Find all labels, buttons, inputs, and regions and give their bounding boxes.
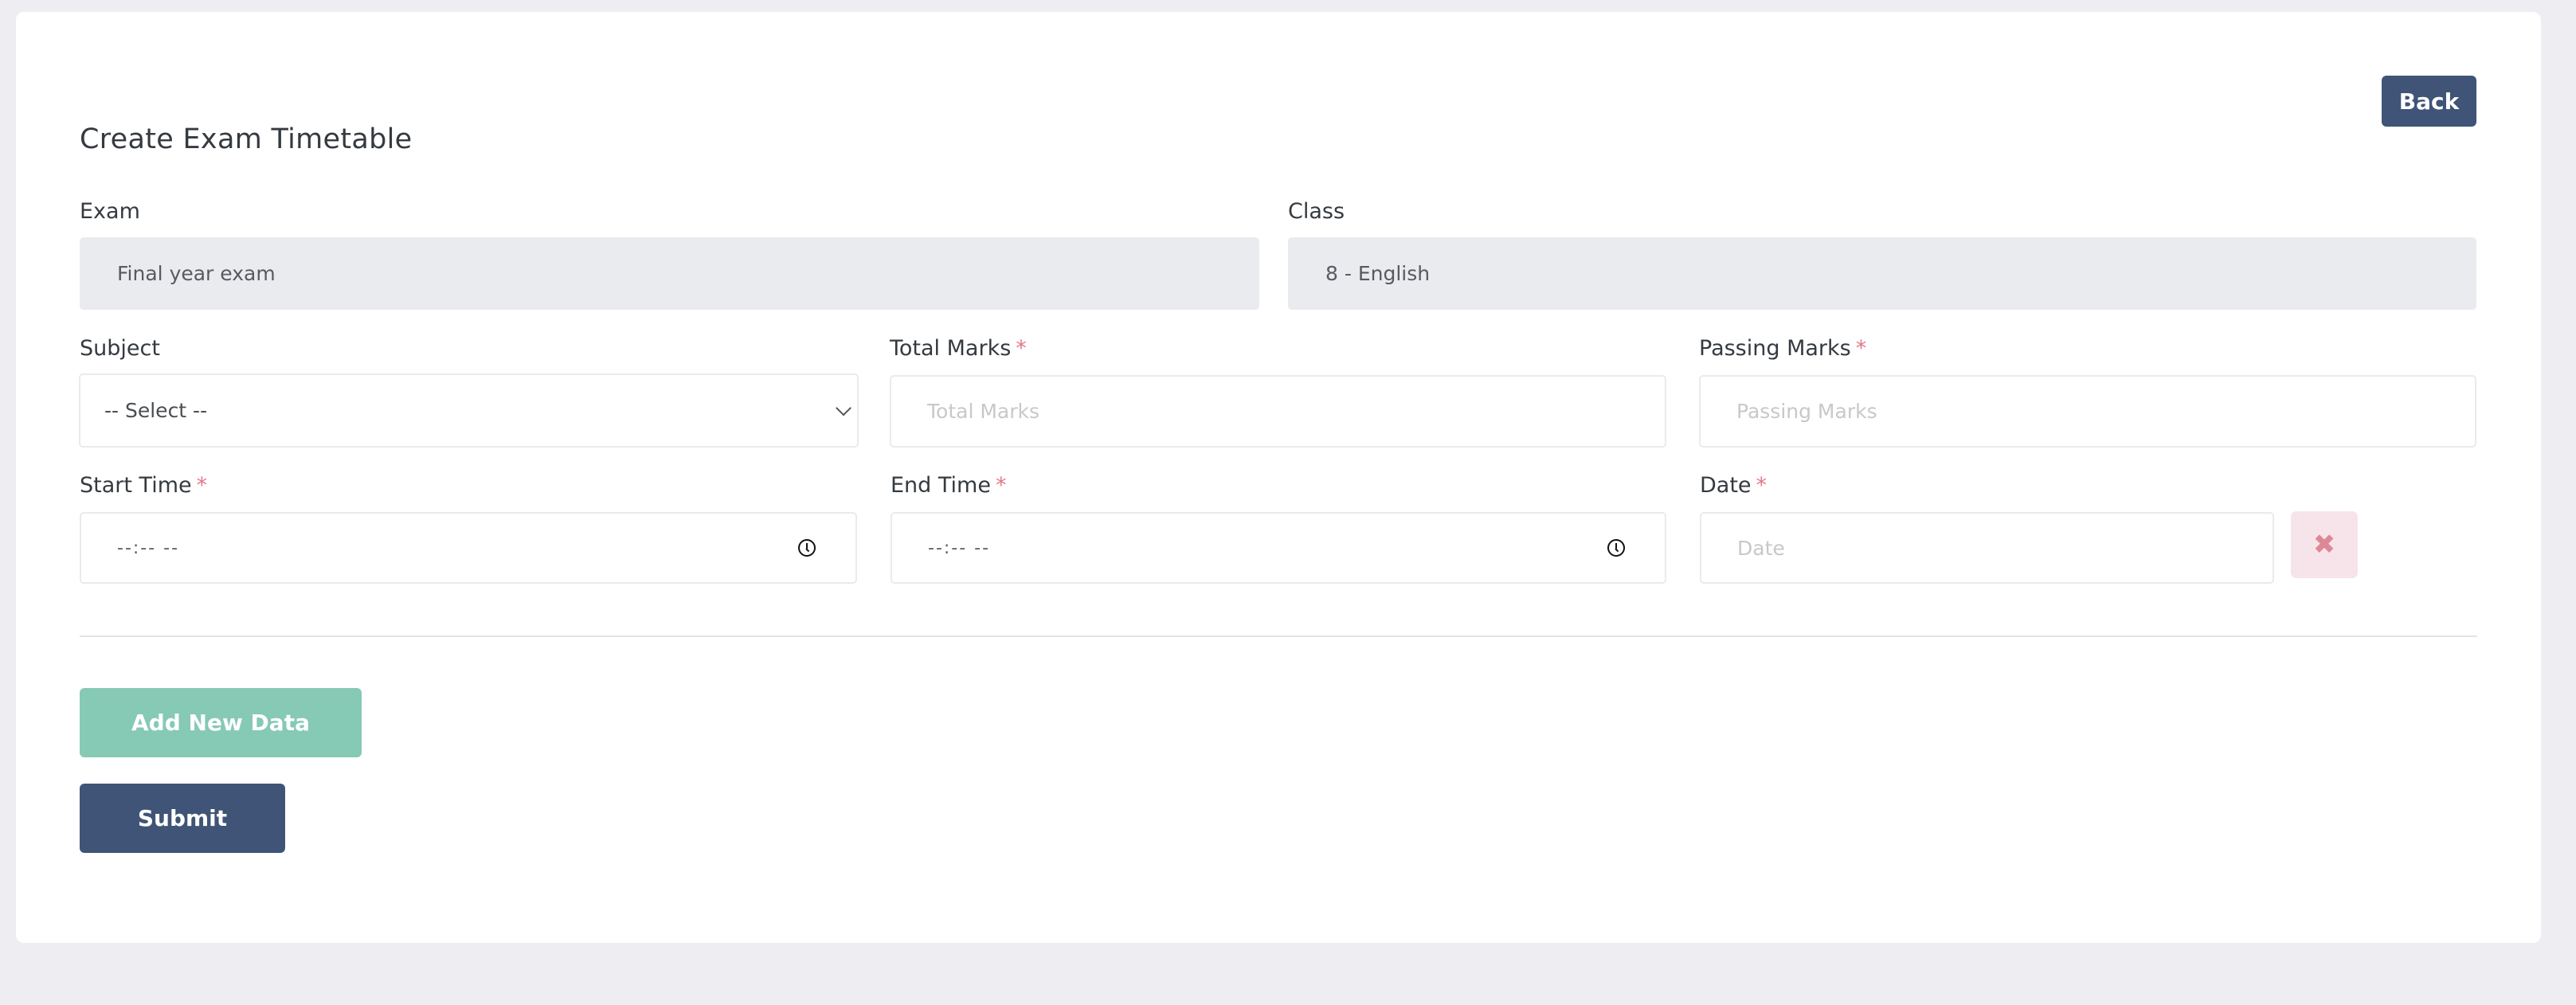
chevron-down-icon: [836, 400, 851, 416]
exam-value: Final year exam: [117, 262, 276, 285]
required-asterisk: *: [1756, 473, 1768, 498]
clock-icon[interactable]: [798, 539, 816, 557]
required-asterisk: *: [995, 473, 1007, 498]
remove-row-button[interactable]: ✖: [2291, 511, 2358, 578]
back-button[interactable]: Back: [2382, 76, 2476, 127]
clock-icon[interactable]: [1607, 539, 1625, 557]
divider: [80, 635, 2477, 637]
required-asterisk: *: [1855, 336, 1867, 361]
class-field[interactable]: 8 - English: [1288, 237, 2476, 310]
form-card: Create Exam Timetable Back Exam Final ye…: [16, 12, 2541, 943]
close-icon: ✖: [2312, 529, 2336, 561]
total-marks-placeholder: Total Marks: [927, 400, 1040, 423]
start-time-label-text: Start Time: [80, 473, 192, 498]
subject-selected-value: -- Select --: [104, 399, 208, 422]
start-time-label: Start Time *: [80, 475, 207, 496]
end-time-input[interactable]: --:-- --: [891, 512, 1666, 584]
date-label: Date *: [1700, 475, 1767, 496]
date-input[interactable]: Date: [1700, 512, 2274, 584]
passing-marks-placeholder: Passing Marks: [1736, 400, 1877, 423]
end-time-value: --:-- --: [928, 538, 991, 558]
exam-label: Exam: [80, 199, 140, 224]
class-label: Class: [1288, 199, 1345, 224]
exam-field[interactable]: Final year exam: [80, 237, 1259, 310]
required-asterisk: *: [196, 473, 208, 498]
end-time-label: End Time *: [891, 475, 1006, 496]
total-marks-input[interactable]: Total Marks: [890, 375, 1666, 448]
subject-label: Subject: [80, 336, 160, 361]
date-label-text: Date: [1700, 473, 1752, 498]
date-placeholder: Date: [1737, 536, 1785, 560]
total-marks-label-text: Total Marks: [890, 336, 1012, 361]
passing-marks-label: Passing Marks *: [1699, 338, 1866, 359]
class-value: 8 - English: [1325, 262, 1431, 285]
end-time-label-text: End Time: [891, 473, 991, 498]
start-time-input[interactable]: --:-- --: [80, 512, 857, 584]
passing-marks-label-text: Passing Marks: [1699, 336, 1851, 361]
page-title: Create Exam Timetable: [80, 123, 413, 155]
required-asterisk: *: [1016, 336, 1027, 361]
start-time-value: --:-- --: [117, 538, 180, 558]
submit-button[interactable]: Submit: [80, 784, 285, 853]
subject-select[interactable]: -- Select --: [79, 373, 859, 448]
add-new-data-button[interactable]: Add New Data: [80, 688, 362, 757]
total-marks-label: Total Marks *: [890, 338, 1027, 359]
passing-marks-input[interactable]: Passing Marks: [1699, 375, 2476, 448]
